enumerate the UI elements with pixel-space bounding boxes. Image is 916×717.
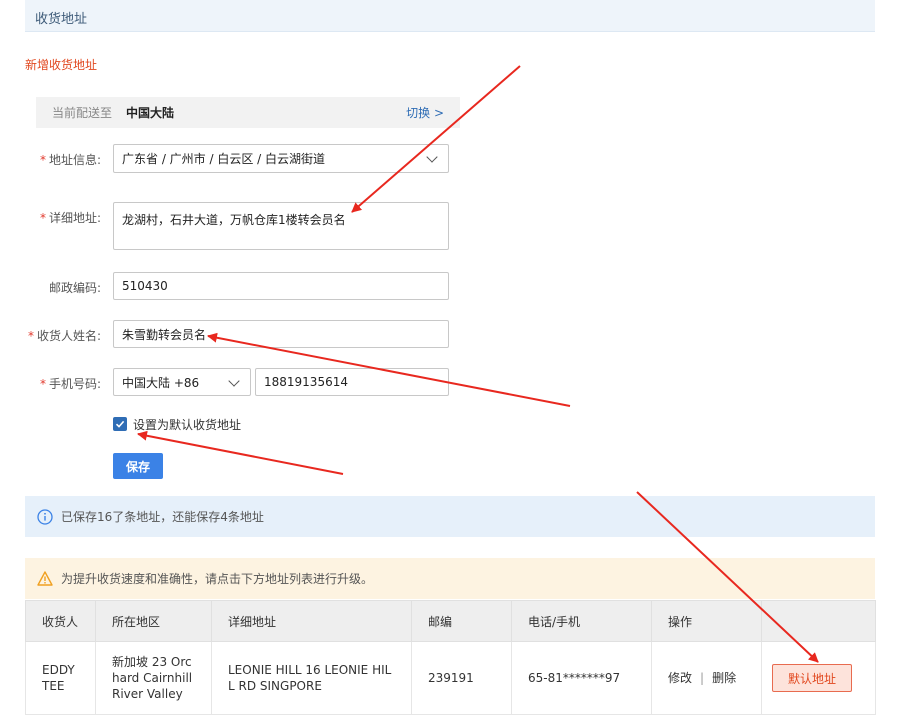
page-title: 收货地址 (35, 12, 88, 27)
region-prefix: 当前配送至 (52, 106, 113, 120)
recipient-name-label: * 收货人姓名: (27, 329, 101, 343)
cell-address: LEONIE HILL 16 LEONIE HILL RD SINGPORE (211, 641, 412, 715)
cell-zip: 239191 (411, 641, 512, 715)
phone-country-value: 中国大陆 +86 (122, 375, 200, 390)
delete-link[interactable]: 删除 (712, 671, 736, 685)
address-info-value: 广东省 / 广州市 / 白云区 / 白云湖街道 (122, 152, 326, 166)
recipient-name-input[interactable]: 朱雪勤转会员名 (113, 320, 449, 348)
action-separator: | (700, 671, 705, 685)
annotation-arrow-detail (351, 65, 521, 213)
cell-default: 默认地址 (761, 641, 876, 715)
cell-phone: 65-81*******97 (511, 641, 652, 715)
column-header-region: 所在地区 (95, 600, 212, 642)
table-row: EDDY TEE 新加坡 23 Orchard Cairnhill River … (25, 641, 876, 715)
info-bar: 已保存16了条地址，还能保存4条地址 (25, 496, 875, 537)
warning-bar: 为提升收货速度和准确性，请点击下方地址列表进行升级。 (25, 558, 875, 599)
address-table: 收货人 所在地区 详细地址 邮编 电话/手机 操作 EDDY TEE 新加坡 2… (25, 600, 876, 715)
phone-country-select[interactable]: 中国大陆 +86 (113, 368, 251, 396)
table-header-row: 收货人 所在地区 详细地址 邮编 电话/手机 操作 (25, 600, 876, 642)
warning-icon (37, 571, 53, 586)
annotation-arrow-checkbox (137, 430, 344, 475)
detail-address-label: * 详细地址: (39, 211, 101, 225)
region-value: 中国大陆 (126, 106, 175, 120)
address-info-select[interactable]: 广东省 / 广州市 / 白云区 / 白云湖街道 (113, 144, 449, 173)
column-header-actions: 操作 (651, 600, 762, 642)
recipient-name-value: 朱雪勤转会员名 (122, 327, 207, 342)
detail-address-value: 龙湖村，石井大道，万帆仓库1楼转会员名 (122, 213, 346, 227)
column-header-recipient: 收货人 (25, 600, 96, 642)
check-icon (115, 420, 125, 428)
zip-label: 邮政编码: (48, 281, 101, 295)
address-info-label: * 地址信息: (39, 153, 101, 167)
zip-value: 510430 (122, 279, 168, 293)
column-header-zip: 邮编 (411, 600, 512, 642)
region-bar: 当前配送至 中国大陆 切换 > (36, 97, 460, 128)
cell-region: 新加坡 23 Orchard Cairnhill River Valley (95, 641, 212, 715)
page-header: 收货地址 (25, 0, 875, 32)
chevron-down-icon (228, 375, 240, 387)
column-header-phone: 电话/手机 (511, 600, 652, 642)
warning-message: 为提升收货速度和准确性，请点击下方地址列表进行升级。 (61, 572, 374, 586)
edit-link[interactable]: 修改 (668, 671, 692, 685)
phone-value: 18819135614 (264, 375, 348, 389)
cell-recipient: EDDY TEE (25, 641, 96, 715)
cell-actions: 修改 | 删除 (651, 641, 762, 715)
default-address-button[interactable]: 默认地址 (772, 664, 852, 692)
info-icon (37, 508, 53, 525)
column-header-address: 详细地址 (211, 600, 412, 642)
region-switch-link[interactable]: 切换 > (406, 104, 444, 121)
new-address-title: 新增收货地址 (25, 58, 98, 72)
zip-input[interactable]: 510430 (113, 272, 449, 300)
info-message: 已保存16了条地址，还能保存4条地址 (61, 510, 264, 524)
column-header-default (761, 600, 876, 642)
phone-label: * 手机号码: (39, 377, 101, 391)
detail-address-textarea[interactable]: 龙湖村，石井大道，万帆仓库1楼转会员名 (113, 202, 449, 250)
chevron-down-icon (426, 151, 438, 163)
save-button[interactable]: 保存 (113, 453, 163, 479)
phone-input[interactable]: 18819135614 (255, 368, 449, 396)
default-address-checkbox[interactable] (113, 417, 127, 431)
default-address-checkbox-label: 设置为默认收货地址 (133, 418, 242, 432)
